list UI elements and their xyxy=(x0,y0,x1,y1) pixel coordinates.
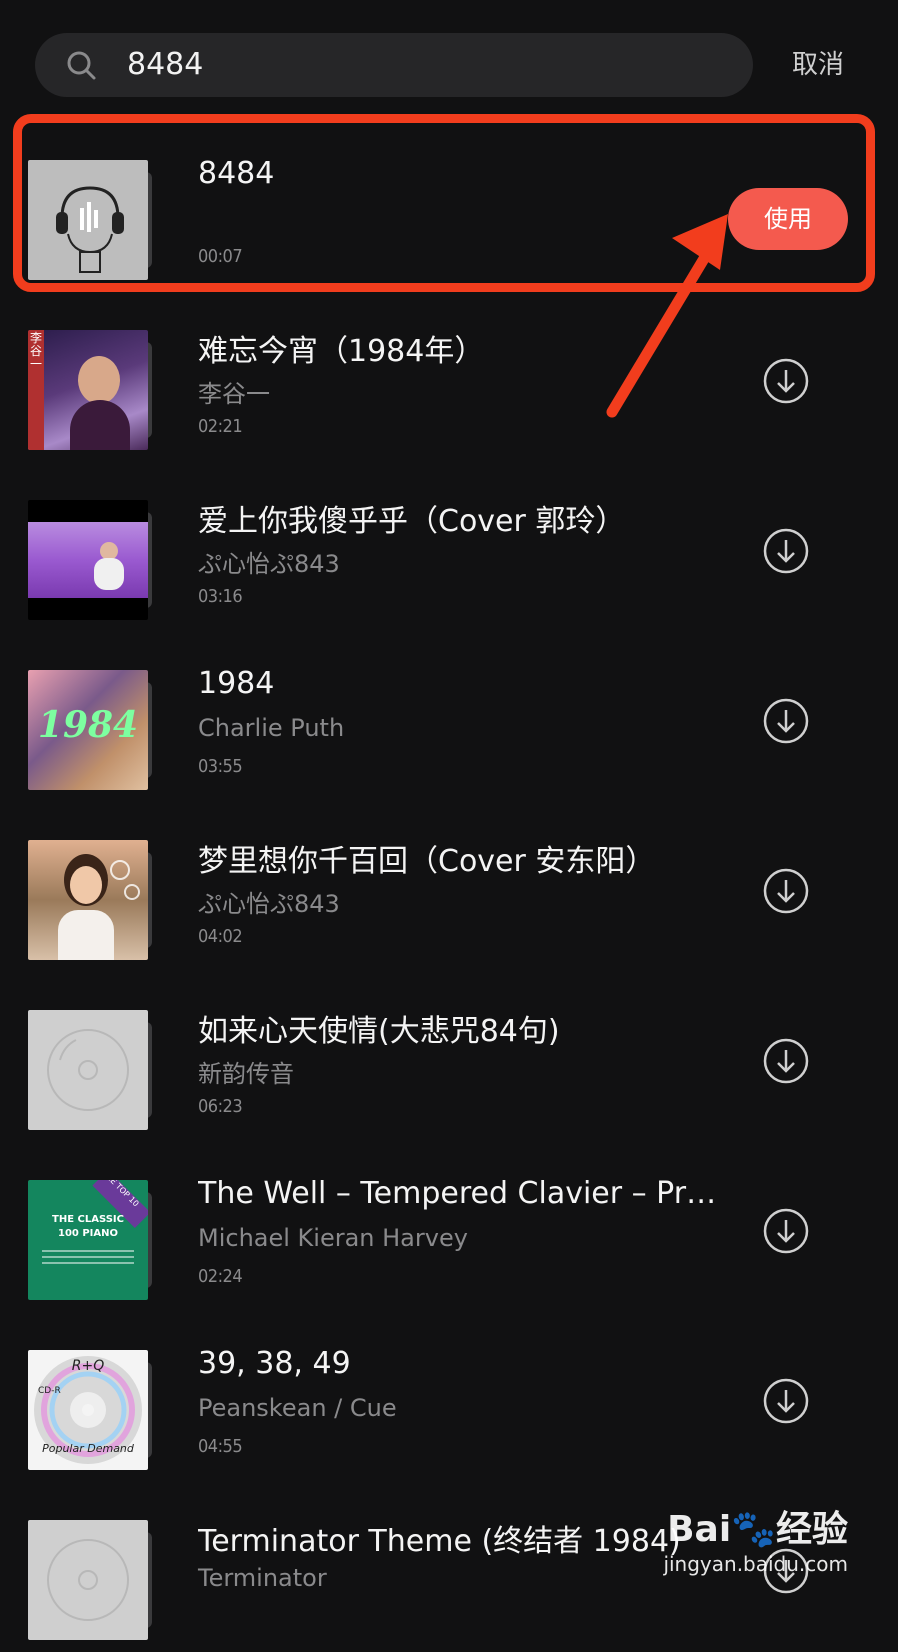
album-cover-art: R+Q CD-R Popular Demand xyxy=(28,1350,148,1470)
album-cover-text: R+Q xyxy=(71,1358,105,1374)
song-title: 1984 xyxy=(198,666,275,701)
download-icon[interactable] xyxy=(763,1378,809,1424)
song-title: 如来心天使情(大悲咒84句) xyxy=(198,1014,560,1049)
album-cover: R+Q CD-R Popular Demand xyxy=(28,1350,158,1470)
song-duration: 03:16 xyxy=(198,586,243,607)
album-cover-art: 1984 xyxy=(28,670,148,790)
song-artist: Charlie Puth xyxy=(198,714,345,742)
placeholder-disc-icon xyxy=(28,1010,148,1130)
placeholder-disc-icon xyxy=(28,1520,148,1640)
song-artist: 新韵传音 xyxy=(198,1060,294,1088)
download-icon[interactable] xyxy=(763,1038,809,1084)
song-artist: 李谷一 xyxy=(198,380,270,408)
song-title: 8484 xyxy=(198,156,275,191)
headphones-cover xyxy=(28,160,148,280)
list-item[interactable]: 爱上你我傻乎乎（Cover 郭玲） ぷ心怡ぷ843 03:16 xyxy=(0,462,898,632)
song-title: 39, 38, 49 xyxy=(198,1346,351,1381)
list-item-selected[interactable]: 8484 00:07 使用 xyxy=(0,122,898,292)
watermark-logo: Bai🐾经验 xyxy=(667,1509,848,1550)
song-artist: Michael Kieran Harvey xyxy=(198,1224,468,1252)
song-artist: ぷ心怡ぷ843 xyxy=(198,550,340,578)
download-icon[interactable] xyxy=(763,698,809,744)
song-duration: 02:21 xyxy=(198,416,243,437)
album-cover-art: THE TOP 10 THE CLASSIC 100 PIANO xyxy=(28,1180,148,1300)
headphones-icon xyxy=(56,186,124,273)
album-cover-text: THE CLASSIC xyxy=(52,1214,124,1225)
download-icon[interactable] xyxy=(763,528,809,574)
song-list: 8484 00:07 使用 李谷一 难忘今宵（1984年） 李谷一 02:21 xyxy=(0,122,898,1652)
song-title: 爱上你我傻乎乎（Cover 郭玲） xyxy=(198,504,626,539)
list-item[interactable]: 李谷一 难忘今宵（1984年） 李谷一 02:21 xyxy=(0,292,898,462)
album-cover xyxy=(28,500,158,620)
song-artist: Peanskean / Cue xyxy=(198,1394,397,1422)
list-item[interactable]: R+Q CD-R Popular Demand 39, 38, 49 Peans… xyxy=(0,1312,898,1482)
song-duration: 02:24 xyxy=(198,1266,243,1287)
album-cover: 1984 xyxy=(28,670,158,790)
search-bar[interactable]: 8484 xyxy=(35,33,753,97)
list-item[interactable]: 梦里想你千百回（Cover 安东阳） ぷ心怡ぷ843 04:02 xyxy=(0,802,898,972)
album-cover xyxy=(28,840,158,960)
album-cover: THE TOP 10 THE CLASSIC 100 PIANO xyxy=(28,1180,158,1300)
song-title: The Well – Tempered Clavier – Pr… xyxy=(198,1176,717,1211)
album-cover-text: Popular Demand xyxy=(42,1442,134,1455)
download-icon[interactable] xyxy=(763,358,809,404)
song-duration: 04:55 xyxy=(198,1436,243,1457)
album-cover xyxy=(28,160,158,280)
annotation-arrow-icon xyxy=(606,214,728,418)
cancel-button[interactable]: 取消 xyxy=(792,33,844,97)
song-title: 梦里想你千百回（Cover 安东阳） xyxy=(198,844,656,879)
download-icon[interactable] xyxy=(763,868,809,914)
search-icon xyxy=(67,51,96,80)
song-duration: 03:55 xyxy=(198,756,243,777)
song-title: 难忘今宵（1984年） xyxy=(198,334,485,369)
watermark: Bai🐾经验 jingyan.baidu.com xyxy=(663,1500,848,1576)
album-cover-text: 100 PIANO xyxy=(57,1228,118,1239)
song-duration: 00:07 xyxy=(198,246,243,267)
album-cover-art xyxy=(28,500,148,620)
album-cover xyxy=(28,1520,158,1640)
song-duration: 06:23 xyxy=(198,1096,243,1117)
list-item[interactable]: 如来心天使情(大悲咒84句) 新韵传音 06:23 xyxy=(0,972,898,1142)
album-cover-art xyxy=(28,840,148,960)
song-artist: ぷ心怡ぷ843 xyxy=(198,890,340,918)
song-title: Terminator Theme (终结者 1984) xyxy=(198,1524,681,1559)
album-cover-text: 李谷一 xyxy=(30,331,43,371)
album-cover xyxy=(28,1010,158,1130)
search-input[interactable]: 8484 xyxy=(127,33,203,97)
song-artist: Terminator xyxy=(198,1564,327,1592)
list-item[interactable]: 1984 1984 Charlie Puth 03:55 xyxy=(0,632,898,802)
album-cover-art: 李谷一 xyxy=(28,330,148,450)
download-icon[interactable] xyxy=(763,1208,809,1254)
list-item[interactable]: THE TOP 10 THE CLASSIC 100 PIANO The Wel… xyxy=(0,1142,898,1312)
album-cover-text: CD-R xyxy=(38,1386,61,1396)
song-duration: 04:02 xyxy=(198,926,243,947)
watermark-url: jingyan.baidu.com xyxy=(663,1552,848,1576)
album-cover-text: 1984 xyxy=(37,704,139,746)
album-cover: 李谷一 xyxy=(28,330,158,450)
